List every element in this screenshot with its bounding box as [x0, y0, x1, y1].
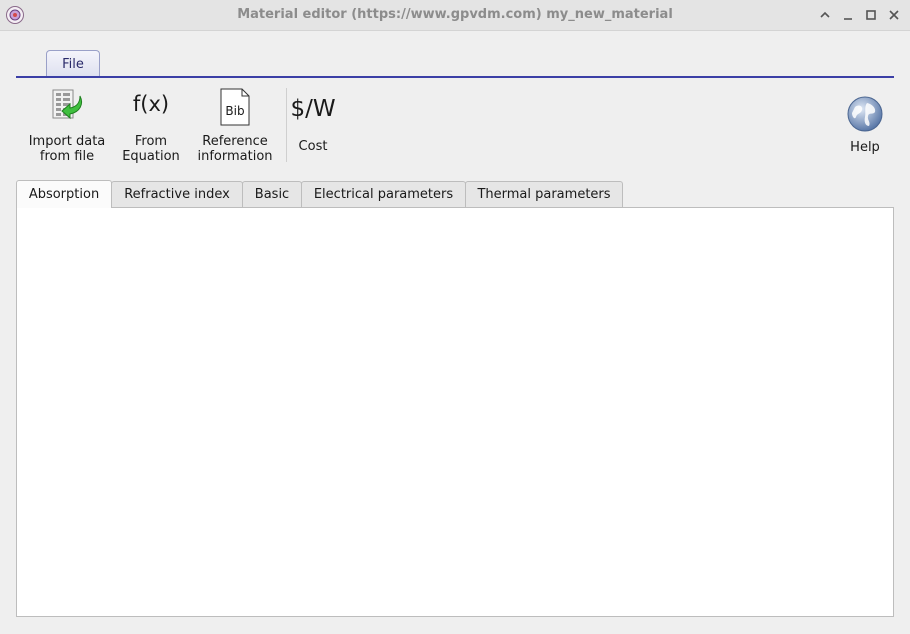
title-bar[interactable]: Material editor (https://www.gpvdm.com) … [0, 0, 910, 31]
close-icon[interactable] [886, 7, 902, 23]
toolbar-separator [286, 88, 287, 162]
absorption-panel [16, 207, 894, 617]
cost-button[interactable]: $/W Cost [288, 94, 338, 154]
tab-absorption[interactable]: Absorption [16, 180, 112, 208]
help-label: Help [850, 140, 880, 155]
equation-label-line1: From [134, 134, 168, 149]
from-equation-button[interactable]: f(x) From Equation [114, 88, 188, 164]
bib-badge: Bib [225, 104, 245, 118]
cost-icon: $/W [290, 96, 336, 122]
tab-basic[interactable]: Basic [242, 181, 302, 207]
tab-refractive-index[interactable]: Refractive index [111, 181, 243, 207]
maximize-icon[interactable] [863, 7, 879, 23]
globe-icon [840, 94, 890, 134]
tab-thermal-parameters[interactable]: Thermal parameters [465, 181, 623, 207]
reference-information-button[interactable]: Bib Reference information [193, 88, 277, 164]
cost-label: Cost [298, 139, 328, 154]
reference-label-line1: Reference [202, 134, 268, 149]
chevron-up-icon[interactable] [817, 7, 833, 23]
import-data-button[interactable]: Import data from file [26, 88, 108, 164]
help-button[interactable]: Help [840, 94, 890, 155]
ribbon-tab-file[interactable]: File [46, 50, 100, 76]
import-label-line2: from file [39, 149, 95, 164]
function-icon: f(x) [132, 92, 170, 116]
ribbon-divider [16, 76, 894, 78]
tab-electrical-parameters[interactable]: Electrical parameters [301, 181, 466, 207]
import-file-icon [26, 88, 108, 128]
bib-document-icon: Bib [193, 88, 277, 128]
minimize-icon[interactable] [840, 7, 856, 23]
equation-label-line2: Equation [122, 149, 180, 164]
import-label-line1: Import data [28, 134, 106, 149]
window-title: Material editor (https://www.gpvdm.com) … [237, 7, 673, 22]
reference-label-line2: information [197, 149, 273, 164]
